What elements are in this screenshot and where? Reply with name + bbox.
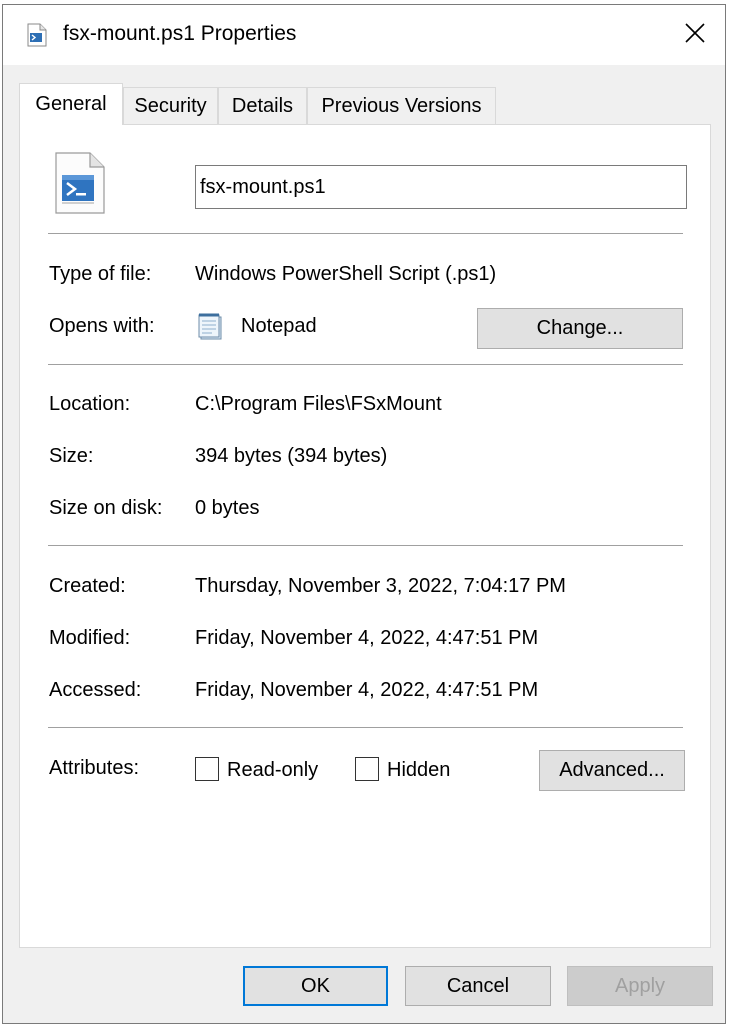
size-value: 394 bytes (394 bytes) [195,445,388,467]
tab-security[interactable]: Security [123,87,218,124]
accessed-value: Friday, November 4, 2022, 4:47:51 PM [195,679,539,701]
general-panel: Type of file: Windows PowerShell Script … [19,124,711,948]
notepad-icon [195,313,225,341]
location-value: C:\Program Files\FSxMount [195,393,442,415]
opens-with-value: Notepad [241,315,317,337]
tab-previous-versions[interactable]: Previous Versions [307,87,496,124]
tab-details[interactable]: Details [218,87,307,124]
apply-button[interactable]: Apply [567,966,713,1006]
window-title: fsx-mount.ps1 Properties [63,22,297,45]
close-button[interactable] [665,5,725,65]
file-name-field[interactable] [195,165,687,209]
separator [48,545,683,546]
created-value: Thursday, November 3, 2022, 7:04:17 PM [195,575,566,597]
accessed-label: Accessed: [49,679,142,701]
ok-button[interactable]: OK [243,966,388,1006]
type-of-file-label: Type of file: [49,263,152,285]
separator [48,364,683,365]
powershell-script-icon [25,23,49,47]
modified-label: Modified: [49,627,131,649]
opens-with-label: Opens with: [49,315,155,337]
tab-general[interactable]: General [19,83,123,125]
hidden-checkbox[interactable] [355,757,379,781]
powershell-script-icon [52,151,108,215]
separator [48,727,683,728]
location-label: Location: [49,393,131,415]
advanced-button[interactable]: Advanced... [539,750,685,791]
close-icon [684,18,706,52]
modified-value: Friday, November 4, 2022, 4:47:51 PM [195,627,539,649]
hidden-label[interactable]: Hidden [387,759,450,782]
read-only-checkbox[interactable] [195,757,219,781]
change-button[interactable]: Change... [477,308,683,349]
type-of-file-value: Windows PowerShell Script (.ps1) [195,263,497,285]
title-bar: fsx-mount.ps1 Properties [3,5,725,65]
attributes-label: Attributes: [49,757,140,779]
cancel-button[interactable]: Cancel [405,966,551,1006]
properties-dialog: fsx-mount.ps1 Properties General Securit… [2,4,726,1024]
separator [48,233,683,234]
size-label: Size: [49,445,94,467]
size-on-disk-label: Size on disk: [49,497,163,519]
read-only-label[interactable]: Read-only [227,759,318,782]
size-on-disk-value: 0 bytes [195,497,260,519]
created-label: Created: [49,575,126,597]
